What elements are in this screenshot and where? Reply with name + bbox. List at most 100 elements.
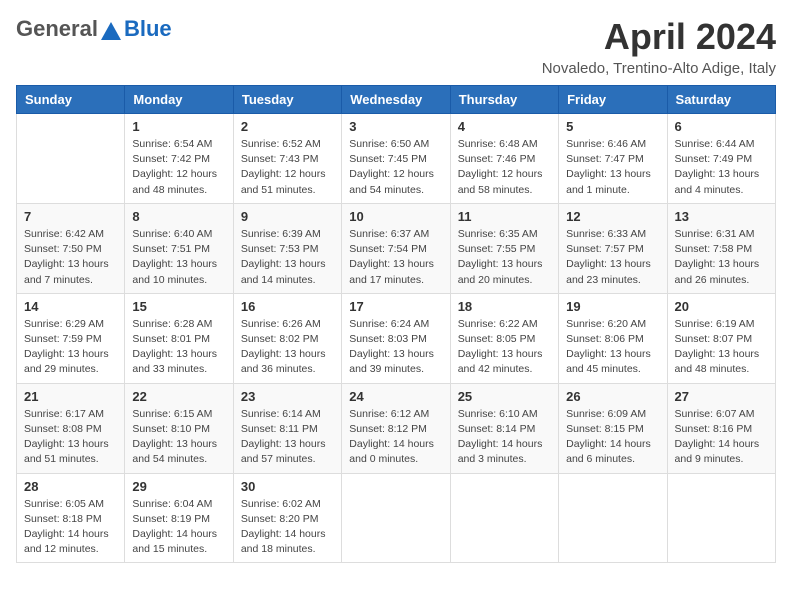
day-number: 6 [675,119,768,134]
day-info: Sunrise: 6:37 AMSunset: 7:54 PMDaylight:… [349,227,442,288]
title-area: April 2024 Novaledo, Trentino-Alto Adige… [542,16,776,77]
day-number: 5 [566,119,659,134]
calendar-cell: 15 Sunrise: 6:28 AMSunset: 8:01 PMDayligh… [125,293,233,383]
calendar-cell: 3 Sunrise: 6:50 AMSunset: 7:45 PMDaylight… [342,114,450,204]
logo-blue: Blue [124,16,172,42]
calendar-cell [342,473,450,563]
calendar-cell [559,473,667,563]
day-number: 4 [458,119,551,134]
day-info: Sunrise: 6:05 AMSunset: 8:18 PMDaylight:… [24,497,117,558]
day-number: 28 [24,479,117,494]
day-info: Sunrise: 6:39 AMSunset: 7:53 PMDaylight:… [241,227,334,288]
day-info: Sunrise: 6:26 AMSunset: 8:02 PMDaylight:… [241,317,334,378]
column-header-friday: Friday [559,86,667,114]
calendar-cell: 23 Sunrise: 6:14 AMSunset: 8:11 PMDayligh… [233,383,341,473]
calendar-cell: 9Sunrise: 6:39 AMSunset: 7:53 PMDaylight… [233,203,341,293]
day-number: 15 [132,299,225,314]
day-number: 26 [566,389,659,404]
column-header-saturday: Saturday [667,86,775,114]
day-info: Sunrise: 6:02 AMSunset: 8:20 PMDaylight:… [241,497,334,558]
day-info: Sunrise: 6:14 AMSunset: 8:11 PMDaylight:… [241,407,334,468]
day-number: 22 [132,389,225,404]
calendar-cell: 16 Sunrise: 6:26 AMSunset: 8:02 PMDayligh… [233,293,341,383]
page-header: General Blue April 2024 Novaledo, Trenti… [16,16,776,77]
calendar-cell: 1 Sunrise: 6:54 AMSunset: 7:42 PMDaylight… [125,114,233,204]
calendar-cell [667,473,775,563]
day-info: Sunrise: 6:50 AMSunset: 7:45 PMDaylight:… [349,137,442,198]
calendar-cell: 14Sunrise: 6:29 AMSunset: 7:59 PMDayligh… [17,293,125,383]
calendar-week-row: 7 Sunrise: 6:42 AMSunset: 7:50 PMDaylight… [17,203,776,293]
day-number: 1 [132,119,225,134]
day-number: 21 [24,389,117,404]
day-number: 12 [566,209,659,224]
day-info: Sunrise: 6:20 AMSunset: 8:06 PMDaylight:… [566,317,659,378]
calendar-week-row: 14Sunrise: 6:29 AMSunset: 7:59 PMDayligh… [17,293,776,383]
calendar-week-row: 1 Sunrise: 6:54 AMSunset: 7:42 PMDaylight… [17,114,776,204]
calendar-cell: 17 Sunrise: 6:24 AMSunset: 8:03 PMDayligh… [342,293,450,383]
day-number: 25 [458,389,551,404]
day-info: Sunrise: 6:54 AMSunset: 7:42 PMDaylight:… [132,137,225,198]
day-info: Sunrise: 6:42 AMSunset: 7:50 PMDaylight:… [24,227,117,288]
calendar-cell: 28 Sunrise: 6:05 AMSunset: 8:18 PMDayligh… [17,473,125,563]
column-header-monday: Monday [125,86,233,114]
day-info: Sunrise: 6:35 AMSunset: 7:55 PMDaylight:… [458,227,551,288]
calendar-cell: 20Sunrise: 6:19 AMSunset: 8:07 PMDayligh… [667,293,775,383]
day-info: Sunrise: 6:15 AMSunset: 8:10 PMDaylight:… [132,407,225,468]
calendar-cell [450,473,558,563]
column-header-tuesday: Tuesday [233,86,341,114]
day-info: Sunrise: 6:12 AMSunset: 8:12 PMDaylight:… [349,407,442,468]
calendar-cell: 4 Sunrise: 6:48 AMSunset: 7:46 PMDaylight… [450,114,558,204]
day-number: 23 [241,389,334,404]
day-info: Sunrise: 6:52 AMSunset: 7:43 PMDaylight:… [241,137,334,198]
day-number: 24 [349,389,442,404]
day-number: 14 [24,299,117,314]
calendar-cell: 22 Sunrise: 6:15 AMSunset: 8:10 PMDayligh… [125,383,233,473]
day-number: 10 [349,209,442,224]
calendar-header-row: SundayMondayTuesdayWednesdayThursdayFrid… [17,86,776,114]
calendar-cell: 24 Sunrise: 6:12 AMSunset: 8:12 PMDayligh… [342,383,450,473]
calendar-cell: 21 Sunrise: 6:17 AMSunset: 8:08 PMDayligh… [17,383,125,473]
calendar-week-row: 21 Sunrise: 6:17 AMSunset: 8:08 PMDayligh… [17,383,776,473]
day-number: 2 [241,119,334,134]
day-info: Sunrise: 6:04 AMSunset: 8:19 PMDaylight:… [132,497,225,558]
calendar-cell: 6Sunrise: 6:44 AMSunset: 7:49 PMDaylight… [667,114,775,204]
day-number: 7 [24,209,117,224]
calendar-cell: 19 Sunrise: 6:20 AMSunset: 8:06 PMDayligh… [559,293,667,383]
day-info: Sunrise: 6:17 AMSunset: 8:08 PMDaylight:… [24,407,117,468]
day-info: Sunrise: 6:33 AMSunset: 7:57 PMDaylight:… [566,227,659,288]
day-info: Sunrise: 6:10 AMSunset: 8:14 PMDaylight:… [458,407,551,468]
day-number: 17 [349,299,442,314]
day-number: 27 [675,389,768,404]
day-info: Sunrise: 6:24 AMSunset: 8:03 PMDaylight:… [349,317,442,378]
day-number: 30 [241,479,334,494]
calendar-cell: 18Sunrise: 6:22 AMSunset: 8:05 PMDayligh… [450,293,558,383]
column-header-thursday: Thursday [450,86,558,114]
calendar-cell: 12 Sunrise: 6:33 AMSunset: 7:57 PMDayligh… [559,203,667,293]
calendar-cell: 7 Sunrise: 6:42 AMSunset: 7:50 PMDaylight… [17,203,125,293]
month-title: April 2024 [542,16,776,58]
day-info: Sunrise: 6:40 AMSunset: 7:51 PMDaylight:… [132,227,225,288]
calendar-cell [17,114,125,204]
calendar-cell: 2 Sunrise: 6:52 AMSunset: 7:43 PMDaylight… [233,114,341,204]
day-number: 29 [132,479,225,494]
day-info: Sunrise: 6:46 AMSunset: 7:47 PMDaylight:… [566,137,659,198]
day-number: 19 [566,299,659,314]
day-info: Sunrise: 6:09 AMSunset: 8:15 PMDaylight:… [566,407,659,468]
day-number: 16 [241,299,334,314]
calendar-table: SundayMondayTuesdayWednesdayThursdayFrid… [16,85,776,563]
calendar-cell: 11 Sunrise: 6:35 AMSunset: 7:55 PMDayligh… [450,203,558,293]
logo: General Blue [16,16,172,42]
calendar-week-row: 28 Sunrise: 6:05 AMSunset: 8:18 PMDayligh… [17,473,776,563]
calendar-cell: 27Sunrise: 6:07 AMSunset: 8:16 PMDayligh… [667,383,775,473]
day-number: 8 [132,209,225,224]
day-number: 13 [675,209,768,224]
day-info: Sunrise: 6:48 AMSunset: 7:46 PMDaylight:… [458,137,551,198]
day-number: 11 [458,209,551,224]
day-info: Sunrise: 6:28 AMSunset: 8:01 PMDaylight:… [132,317,225,378]
logo-triangle-icon [101,22,121,40]
calendar-cell: 30 Sunrise: 6:02 AMSunset: 8:20 PMDayligh… [233,473,341,563]
day-number: 3 [349,119,442,134]
day-info: Sunrise: 6:31 AMSunset: 7:58 PMDaylight:… [675,227,768,288]
location: Novaledo, Trentino-Alto Adige, Italy [542,60,776,77]
calendar-cell: 25 Sunrise: 6:10 AMSunset: 8:14 PMDayligh… [450,383,558,473]
